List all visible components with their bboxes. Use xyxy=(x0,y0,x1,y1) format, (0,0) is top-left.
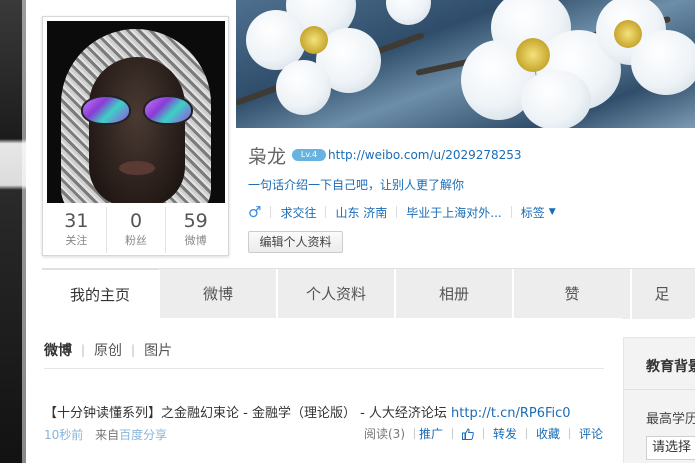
profile-meta: ♂ 求交往 山东 济南 毕业于上海对外... 标签 ▼ xyxy=(248,203,556,221)
tab-likes[interactable]: 赞 xyxy=(514,269,632,319)
tab-profile-info[interactable]: 个人资料 xyxy=(278,269,396,319)
education-level-select[interactable]: 请选择 xyxy=(646,436,695,460)
male-gender-icon: ♂ xyxy=(248,203,262,221)
post-source[interactable]: 百度分享 xyxy=(119,428,167,442)
promote-button[interactable]: 推广 xyxy=(419,425,443,442)
education-title: 教育背景 xyxy=(646,359,695,375)
post-text: 【十分钟读懂系列】之金融幻束论 - 金融学（理论版） - 人大经济论坛 xyxy=(44,406,452,421)
stat-weibo[interactable]: 59 微博 xyxy=(166,207,225,253)
feed-divider xyxy=(44,368,604,369)
profile-tabs: 我的主页 微博 个人资料 相册 赞 足 xyxy=(42,268,695,319)
profile-stats: 31 关注 0 粉丝 59 微博 xyxy=(47,207,225,253)
profile-intro-link[interactable]: 一句话介绍一下自己吧，让别人更了解你 xyxy=(248,176,464,193)
stat-following-count: 31 xyxy=(64,210,89,232)
stat-followers[interactable]: 0 粉丝 xyxy=(107,207,167,253)
stat-followers-label: 粉丝 xyxy=(125,234,147,247)
avatar[interactable] xyxy=(47,21,225,203)
stat-weibo-count: 59 xyxy=(183,210,208,232)
like-thumb-icon[interactable] xyxy=(462,427,474,440)
meta-relationship[interactable]: 求交往 xyxy=(280,204,316,221)
education-sidebar: 教育背景 最高学历 请选择 xyxy=(623,337,695,463)
post-actions: 阅读(3) 推广 转发 收藏 评论 xyxy=(364,425,603,442)
education-level-label: 最高学历 xyxy=(646,412,695,427)
profile-card: 31 关注 0 粉丝 59 微博 枭龙 Lv.4 http://weibo.co… xyxy=(26,0,695,463)
caret-down-icon[interactable]: ▼ xyxy=(549,207,556,217)
stat-following-label: 关注 xyxy=(65,234,88,247)
post-content: 【十分钟读懂系列】之金融幻束论 - 金融学（理论版） - 人大经济论坛 http… xyxy=(44,402,571,421)
tab-weibo[interactable]: 微博 xyxy=(160,269,278,319)
filter-images[interactable]: 图片 xyxy=(144,340,172,360)
filter-weibo[interactable]: 微博 xyxy=(44,340,72,360)
feed: 微博 | 原创 | 图片 【十分钟读懂系列】之金融幻束论 - 金融学（理论版） … xyxy=(42,318,622,463)
post-link[interactable]: http://t.cn/RP6Fic0 xyxy=(451,406,571,421)
level-badge-icon[interactable]: Lv.4 xyxy=(292,149,327,161)
favorite-button[interactable]: 收藏 xyxy=(536,425,560,442)
tab-footprint[interactable]: 足 xyxy=(632,269,692,319)
post-time[interactable]: 10秒前 xyxy=(44,428,83,442)
post-meta: 10秒前 来自百度分享 xyxy=(44,426,167,443)
stat-following[interactable]: 31 关注 xyxy=(47,207,107,253)
tab-my-home[interactable]: 我的主页 xyxy=(42,269,160,319)
forward-button[interactable]: 转发 xyxy=(493,425,517,442)
post-read-count: 阅读(3) xyxy=(364,427,405,441)
profile-url-link[interactable]: http://weibo.com/u/2029278253 xyxy=(328,148,522,162)
profile-name: 枭龙 xyxy=(248,145,287,168)
edit-profile-button[interactable]: 编辑个人资料 xyxy=(248,231,343,253)
stat-followers-count: 0 xyxy=(129,210,143,232)
background-photo-strip xyxy=(0,0,26,463)
stat-weibo-label: 微博 xyxy=(184,234,207,247)
avatar-card: 31 关注 0 粉丝 59 微博 xyxy=(42,16,229,256)
tab-album[interactable]: 相册 xyxy=(396,269,514,319)
meta-tags[interactable]: 标签 xyxy=(521,204,545,221)
meta-school[interactable]: 毕业于上海对外... xyxy=(406,204,501,221)
comment-button[interactable]: 评论 xyxy=(579,425,603,442)
post-from-label: 来自 xyxy=(95,428,120,442)
feed-filter: 微博 | 原创 | 图片 xyxy=(44,340,172,360)
meta-location[interactable]: 山东 济南 xyxy=(335,204,387,221)
profile-name-row: 枭龙 Lv.4 http://weibo.com/u/2029278253 xyxy=(248,142,522,168)
cover-image xyxy=(236,0,695,128)
filter-original[interactable]: 原创 xyxy=(94,340,122,360)
